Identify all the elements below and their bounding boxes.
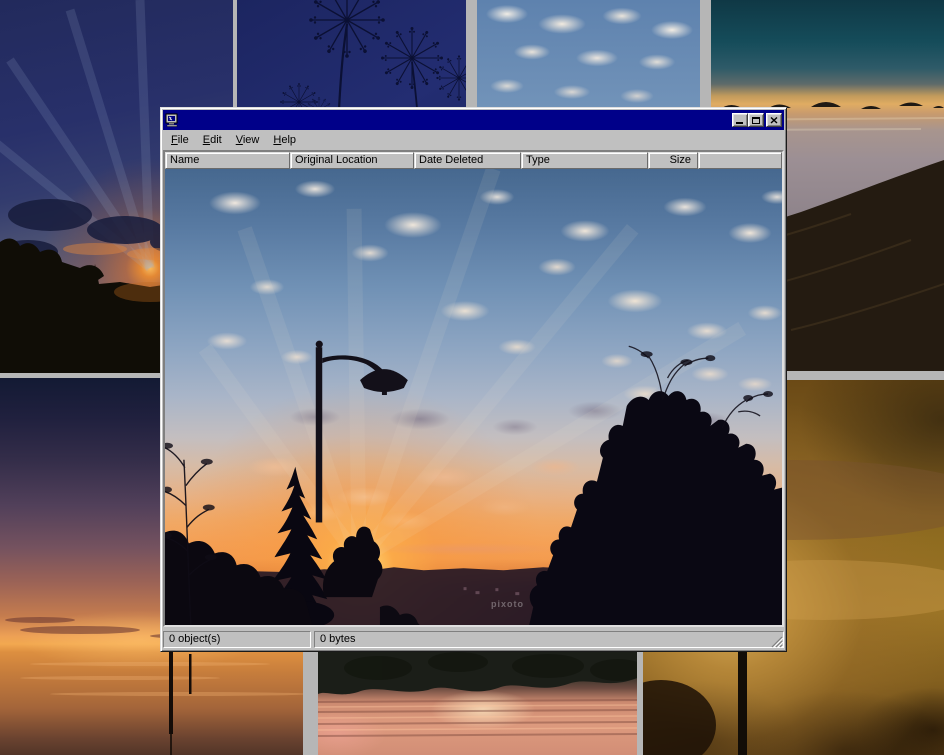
sunset-lamp-photo: pixoto — [165, 169, 782, 625]
photo-silhouettes — [165, 169, 782, 625]
column-header-name[interactable]: Name — [165, 152, 290, 169]
column-header-type[interactable]: Type — [521, 152, 648, 169]
minimize-button[interactable] — [732, 113, 748, 127]
list-view[interactable]: Name Original Location Date Deleted Type… — [163, 150, 784, 627]
menu-view[interactable]: View — [229, 132, 267, 148]
column-header-date-deleted[interactable]: Date Deleted — [414, 152, 521, 169]
desktop: { "window": { "title": "", "menu": { "it… — [0, 0, 944, 755]
maximize-button[interactable] — [748, 113, 764, 127]
desktop-photo-water-reflection — [318, 644, 637, 755]
title-bar[interactable] — [163, 110, 784, 130]
maximize-icon — [752, 117, 760, 124]
close-button[interactable] — [766, 113, 782, 127]
menu-bar: File Edit View Help — [163, 130, 784, 150]
close-icon — [770, 117, 778, 124]
recycle-bin-window: File Edit View Help Name Original Locati… — [160, 107, 787, 652]
photo-watermark: pixoto — [491, 599, 524, 609]
minimize-icon — [736, 122, 743, 124]
menu-edit[interactable]: Edit — [196, 132, 229, 148]
list-view-content[interactable]: pixoto — [165, 169, 782, 625]
column-header-size[interactable]: Size — [648, 152, 698, 169]
menu-help[interactable]: Help — [266, 132, 303, 148]
menu-file[interactable]: File — [164, 132, 196, 148]
status-bytes: 0 bytes — [314, 631, 784, 648]
status-bar: 0 object(s) 0 bytes — [163, 627, 784, 649]
computer-icon[interactable] — [165, 113, 179, 127]
column-header-filler — [698, 152, 782, 169]
column-header-row: Name Original Location Date Deleted Type… — [165, 152, 782, 169]
status-objects: 0 object(s) — [163, 631, 311, 648]
resize-grip[interactable] — [770, 635, 783, 648]
column-header-original-location[interactable]: Original Location — [290, 152, 414, 169]
